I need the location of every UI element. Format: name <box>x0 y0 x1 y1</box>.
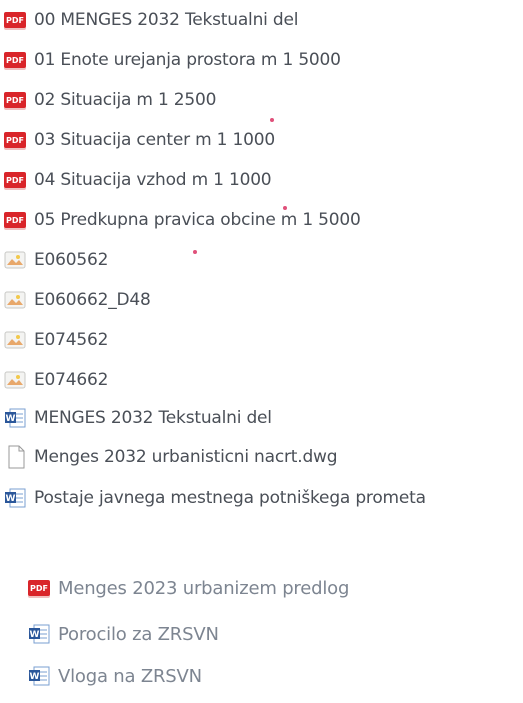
file-name: 03 Situacija center m 1 1000 <box>34 130 275 150</box>
file-name: 02 Situacija m 1 2500 <box>34 90 217 110</box>
stray-mark <box>193 250 197 254</box>
svg-text:W: W <box>30 630 40 640</box>
file-item[interactable]: E074562 <box>4 326 108 354</box>
pdf-icon: PDF <box>28 580 50 596</box>
file-item[interactable]: PDF 05 Predkupna pravica obcine m 1 5000 <box>4 206 361 234</box>
file-item[interactable]: PDF 01 Enote urejanja prostora m 1 5000 <box>4 46 341 74</box>
image-icon <box>4 371 26 389</box>
file-item[interactable]: PDF 04 Situacija vzhod m 1 1000 <box>4 166 272 194</box>
word-icon: W <box>5 408 26 428</box>
file-item[interactable]: E074662 <box>4 366 108 394</box>
file-item[interactable]: W Vloga na ZRSVN <box>28 662 202 690</box>
word-icon: W <box>5 488 26 508</box>
file-name: E074562 <box>34 330 109 350</box>
file-name: E074662 <box>34 370 109 390</box>
file-name: E060562 <box>34 250 109 270</box>
pdf-icon: PDF <box>4 132 26 148</box>
file-item[interactable]: W Postaje javnega mestnega potniškega pr… <box>4 484 426 512</box>
file-item[interactable]: PDF 02 Situacija m 1 2500 <box>4 86 216 114</box>
pdf-icon: PDF <box>4 172 26 188</box>
image-icon <box>4 291 26 309</box>
file-item[interactable]: W MENGES 2032 Tekstualni del <box>4 404 272 432</box>
file-name: Porocilo za ZRSVN <box>58 623 219 645</box>
file-name: Menges 2032 urbanisticni nacrt.dwg <box>34 447 338 467</box>
svg-text:W: W <box>30 672 40 682</box>
pdf-icon: PDF <box>4 212 26 228</box>
file-name: 00 MENGES 2032 Tekstualni del <box>34 10 299 30</box>
file-item[interactable]: PDF 00 MENGES 2032 Tekstualni del <box>4 6 298 34</box>
file-name: 01 Enote urejanja prostora m 1 5000 <box>34 50 341 70</box>
image-icon <box>4 331 26 349</box>
pdf-icon: PDF <box>4 52 26 68</box>
pdf-icon: PDF <box>4 12 26 28</box>
file-item[interactable]: Menges 2032 urbanisticni nacrt.dwg <box>4 443 338 471</box>
image-icon <box>4 251 26 269</box>
svg-text:W: W <box>6 414 16 424</box>
file-name: Vloga na ZRSVN <box>58 665 202 687</box>
word-icon: W <box>29 624 50 644</box>
file-name: Postaje javnega mestnega potniškega prom… <box>34 488 426 508</box>
file-name: Menges 2023 urbanizem predlog <box>58 577 350 599</box>
file-name: E060662_D48 <box>34 290 151 310</box>
file-name: 05 Predkupna pravica obcine m 1 5000 <box>34 210 361 230</box>
file-item[interactable]: W Porocilo za ZRSVN <box>28 620 219 648</box>
file-name: 04 Situacija vzhod m 1 1000 <box>34 170 272 190</box>
svg-text:W: W <box>6 494 16 504</box>
stray-mark <box>270 118 274 122</box>
file-item[interactable]: E060662_D48 <box>4 286 151 314</box>
pdf-icon: PDF <box>4 92 26 108</box>
word-icon: W <box>29 666 50 686</box>
file-icon <box>8 445 25 469</box>
file-item[interactable]: PDF Menges 2023 urbanizem predlog <box>28 574 349 602</box>
file-item[interactable]: PDF 03 Situacija center m 1 1000 <box>4 126 275 154</box>
file-item[interactable]: E060562 <box>4 246 108 274</box>
file-name: MENGES 2032 Tekstualni del <box>34 408 272 428</box>
stray-mark <box>283 206 287 210</box>
